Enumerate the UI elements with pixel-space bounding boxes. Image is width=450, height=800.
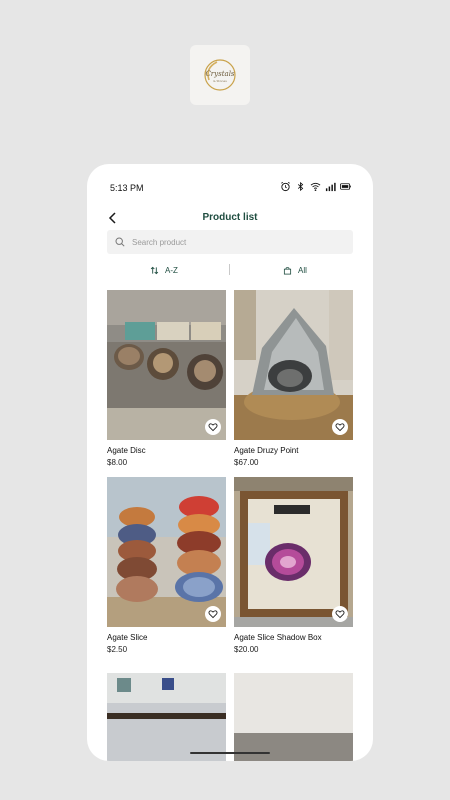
product-card[interactable]: Agate Slice $2.50 bbox=[107, 477, 226, 654]
status-bar: 5:13 PM bbox=[87, 164, 373, 210]
filter-bar: A-Z All bbox=[87, 262, 373, 278]
heart-icon bbox=[335, 610, 345, 619]
product-price: $2.50 bbox=[107, 645, 128, 654]
sort-label: A-Z bbox=[165, 265, 178, 275]
product-name: Agate Slice bbox=[107, 633, 148, 642]
heart-icon bbox=[335, 423, 345, 432]
category-button[interactable]: All bbox=[283, 262, 307, 278]
product-card[interactable] bbox=[107, 673, 226, 761]
heart-icon bbox=[208, 423, 218, 432]
product-card[interactable] bbox=[234, 673, 353, 761]
alarm-icon bbox=[280, 181, 291, 192]
product-image bbox=[234, 673, 353, 761]
heart-icon bbox=[208, 610, 218, 619]
product-image bbox=[234, 477, 353, 627]
battery-icon bbox=[340, 181, 351, 192]
app-logo: Crystals & Stones bbox=[190, 45, 250, 105]
product-card[interactable]: Agate Druzy Point $67.00 bbox=[234, 290, 353, 467]
favorite-button[interactable] bbox=[332, 606, 348, 622]
product-price: $8.00 bbox=[107, 458, 128, 467]
product-name: Agate Disc bbox=[107, 446, 146, 455]
product-image bbox=[107, 673, 226, 761]
home-indicator bbox=[190, 752, 270, 754]
crystals-logo-icon: Crystals & Stones bbox=[204, 59, 236, 91]
sort-button[interactable]: A-Z bbox=[150, 262, 178, 278]
search-input[interactable] bbox=[130, 236, 334, 248]
favorite-button[interactable] bbox=[205, 606, 221, 622]
filter-divider bbox=[229, 264, 230, 275]
product-image bbox=[234, 290, 353, 440]
svg-text:& Stones: & Stones bbox=[213, 79, 227, 83]
product-grid: Agate Disc $8.00 Agate Druzy Point $67.0… bbox=[87, 290, 373, 761]
product-image bbox=[107, 477, 226, 627]
product-card[interactable]: Agate Disc $8.00 bbox=[107, 290, 226, 467]
svg-text:Crystals: Crystals bbox=[205, 70, 234, 78]
product-name: Agate Druzy Point bbox=[234, 446, 299, 455]
favorite-button[interactable] bbox=[205, 419, 221, 435]
signal-icon bbox=[325, 181, 336, 192]
wifi-icon bbox=[310, 181, 321, 192]
product-image bbox=[107, 290, 226, 440]
product-price: $20.00 bbox=[234, 645, 259, 654]
phone-screen: 5:13 PM Product list Search product A-Z … bbox=[87, 164, 373, 761]
favorite-button[interactable] bbox=[332, 419, 348, 435]
status-icons bbox=[280, 181, 351, 192]
category-label: All bbox=[298, 265, 307, 275]
bag-icon bbox=[283, 266, 292, 275]
bluetooth-icon bbox=[295, 181, 306, 192]
page-title: Product list bbox=[202, 212, 258, 223]
search-bar[interactable] bbox=[107, 230, 353, 254]
sort-arrows-icon bbox=[150, 266, 159, 274]
status-time: 5:13 PM bbox=[110, 183, 144, 193]
search-icon bbox=[115, 237, 125, 247]
product-name: Agate Slice Shadow Box bbox=[234, 633, 322, 642]
product-card[interactable]: Agate Slice Shadow Box $20.00 bbox=[234, 477, 353, 654]
product-price: $67.00 bbox=[234, 458, 259, 467]
